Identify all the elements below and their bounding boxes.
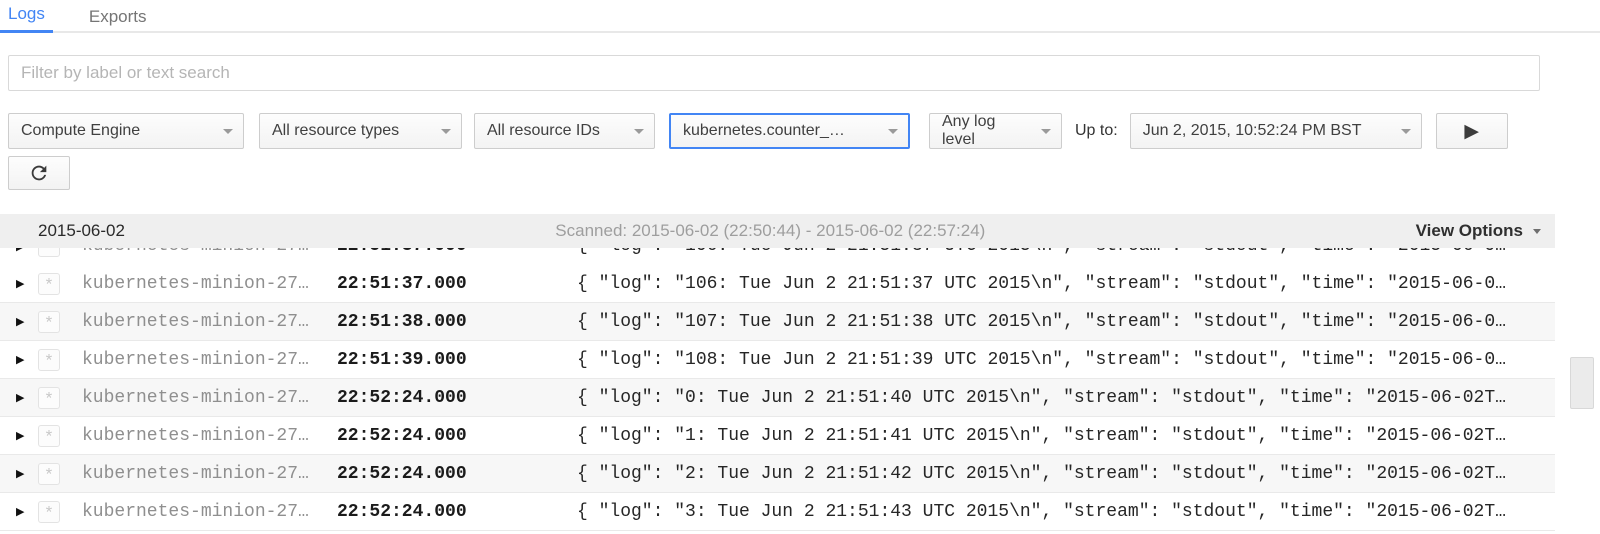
resource-ids-label: All resource IDs [487, 122, 600, 140]
log-row[interactable]: ▶ * kubernetes-minion-27… 22:51:38.000 {… [0, 303, 1555, 341]
log-timestamp: 22:52:24.000 [337, 426, 577, 446]
chevron-down-icon [223, 129, 233, 134]
up-to-label: Up to: [1075, 122, 1118, 140]
chevron-down-icon [888, 129, 898, 134]
filter-row [8, 55, 1540, 91]
tab-bar: Logs Exports [0, 0, 1600, 33]
resource-types-label: All resource types [272, 122, 399, 140]
play-button[interactable]: ▶ [1436, 113, 1508, 149]
log-row[interactable]: ▶ * kubernetes-minion-27… 22:51:37.000 {… [0, 265, 1555, 303]
filter-input[interactable] [8, 55, 1540, 91]
log-host: kubernetes-minion-27… [82, 350, 337, 370]
log-payload: { "log": "107: Tue Jun 2 21:51:38 UTC 20… [577, 312, 1555, 332]
log-host: kubernetes-minion-27… [82, 312, 337, 332]
log-timestamp: 22:52:24.000 [337, 464, 577, 484]
expand-arrow-icon[interactable]: ▶ [0, 248, 30, 253]
chevron-down-icon [1533, 229, 1541, 234]
play-icon: ▶ [1464, 122, 1479, 141]
log-payload: { "log": "106: Tue Jun 2 21:51:37 UTC 20… [577, 248, 1555, 256]
log-payload: { "log": "2: Tue Jun 2 21:51:42 UTC 2015… [577, 464, 1555, 484]
log-payload: { "log": "1: Tue Jun 2 21:51:41 UTC 2015… [577, 426, 1555, 446]
log-row[interactable]: ▶ * kubernetes-minion-27… 22:52:24.000 {… [0, 455, 1555, 493]
log-row[interactable]: ▶ * kubernetes-minion-27… 22:52:24.000 {… [0, 379, 1555, 417]
resource-dropdown[interactable]: Compute Engine [8, 113, 244, 149]
log-host: kubernetes-minion-27… [82, 248, 337, 256]
log-row-clipped[interactable]: ▶ * kubernetes-minion-27… 22:51:37.000 {… [0, 248, 1555, 265]
expand-arrow-icon[interactable]: ▶ [0, 467, 30, 480]
refresh-icon [28, 162, 50, 184]
tab-exports[interactable]: Exports [81, 0, 155, 33]
resource-ids-dropdown[interactable]: All resource IDs [474, 113, 655, 149]
datetime-label: Jun 2, 2015, 10:52:24 PM BST [1143, 122, 1362, 140]
log-name-dropdown[interactable]: kubernetes.counter_… [669, 113, 910, 149]
scrollbar-thumb[interactable] [1570, 357, 1594, 409]
log-date-label: 2015-06-02 [38, 221, 125, 241]
chevron-down-icon [1041, 129, 1051, 134]
view-options-button[interactable]: View Options [1416, 221, 1541, 241]
log-row[interactable]: ▶ * kubernetes-minion-27… 22:52:24.000 {… [0, 417, 1555, 455]
log-row[interactable]: ▶ * kubernetes-minion-27… 22:52:24.000 {… [0, 493, 1555, 531]
log-payload: { "log": "3: Tue Jun 2 21:51:43 UTC 2015… [577, 502, 1555, 522]
log-host: kubernetes-minion-27… [82, 388, 337, 408]
log-payload: { "log": "108: Tue Jun 2 21:51:39 UTC 20… [577, 350, 1555, 370]
annotation-icon: * [38, 463, 60, 485]
annotation-icon: * [38, 349, 60, 371]
log-name-label: kubernetes.counter_… [683, 122, 845, 140]
log-timestamp: 22:51:39.000 [337, 350, 577, 370]
datetime-dropdown[interactable]: Jun 2, 2015, 10:52:24 PM BST [1130, 113, 1422, 149]
annotation-icon: * [38, 311, 60, 333]
log-rows: ▶ * kubernetes-minion-27… 22:51:37.000 {… [0, 248, 1555, 531]
resource-types-dropdown[interactable]: All resource types [259, 113, 462, 149]
resource-dropdown-label: Compute Engine [21, 122, 140, 140]
annotation-icon: * [38, 501, 60, 523]
scanned-range-status: Scanned: 2015-06-02 (22:50:44) - 2015-06… [125, 221, 1416, 241]
expand-arrow-icon[interactable]: ▶ [0, 315, 30, 328]
tab-logs[interactable]: Logs [0, 0, 53, 33]
chevron-down-icon [441, 129, 451, 134]
refresh-row [8, 156, 1592, 190]
log-row[interactable]: ▶ * kubernetes-minion-27… 22:51:39.000 {… [0, 341, 1555, 379]
expand-arrow-icon[interactable]: ▶ [0, 353, 30, 366]
log-host: kubernetes-minion-27… [82, 464, 337, 484]
annotation-icon: * [38, 425, 60, 447]
chevron-down-icon [1401, 129, 1411, 134]
log-host: kubernetes-minion-27… [82, 426, 337, 446]
log-timestamp: 22:52:24.000 [337, 388, 577, 408]
annotation-icon: * [38, 273, 60, 295]
expand-arrow-icon[interactable]: ▶ [0, 505, 30, 518]
refresh-button[interactable] [8, 156, 70, 190]
log-list: ▶ * kubernetes-minion-27… 22:51:37.000 {… [0, 248, 1600, 531]
log-level-dropdown[interactable]: Any log level [929, 113, 1062, 149]
chevron-down-icon [634, 129, 644, 134]
annotation-icon: * [38, 387, 60, 409]
view-options-label: View Options [1416, 221, 1523, 241]
annotation-icon: * [38, 248, 60, 257]
log-host: kubernetes-minion-27… [82, 274, 337, 294]
log-host: kubernetes-minion-27… [82, 502, 337, 522]
log-timestamp: 22:51:37.000 [337, 274, 577, 294]
log-timestamp: 22:52:24.000 [337, 502, 577, 522]
scan-summary-bar: 2015-06-02 Scanned: 2015-06-02 (22:50:44… [0, 214, 1555, 248]
expand-arrow-icon[interactable]: ▶ [0, 391, 30, 404]
log-timestamp: 22:51:38.000 [337, 312, 577, 332]
filter-toolbar: Compute Engine All resource types All re… [8, 113, 1592, 149]
log-timestamp: 22:51:37.000 [337, 248, 577, 256]
log-level-label: Any log level [942, 113, 1031, 149]
log-payload: { "log": "106: Tue Jun 2 21:51:37 UTC 20… [577, 274, 1555, 294]
expand-arrow-icon[interactable]: ▶ [0, 429, 30, 442]
expand-arrow-icon[interactable]: ▶ [0, 277, 30, 290]
log-payload: { "log": "0: Tue Jun 2 21:51:40 UTC 2015… [577, 388, 1555, 408]
